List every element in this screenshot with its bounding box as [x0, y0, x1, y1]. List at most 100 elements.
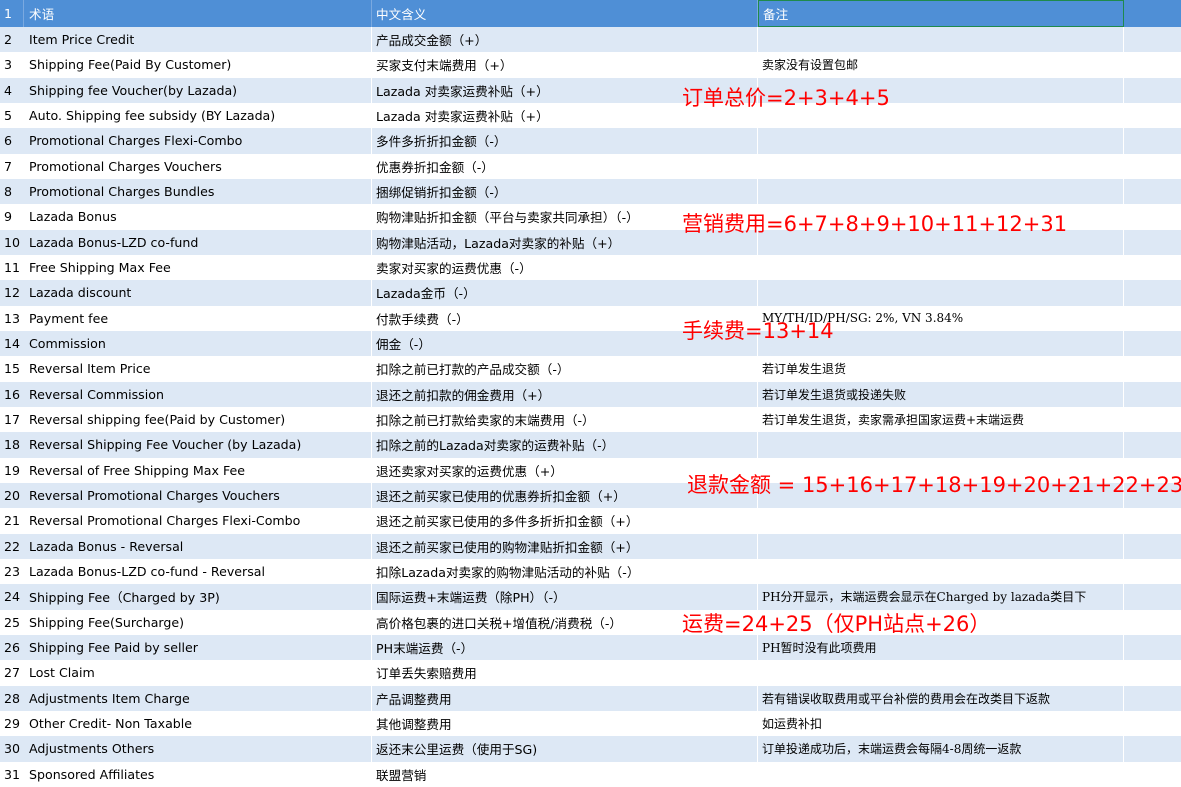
empty-cell[interactable]	[1124, 584, 1181, 609]
empty-cell[interactable]	[1124, 660, 1181, 685]
note-cell[interactable]: 若订单发生退货或投递失败	[758, 381, 1124, 407]
header-empty-cell[interactable]	[1124, 0, 1181, 27]
row-number[interactable]: 9	[0, 204, 24, 229]
row-number[interactable]: 15	[0, 356, 24, 381]
empty-cell[interactable]	[1124, 762, 1181, 787]
row-number[interactable]: 21	[0, 508, 24, 533]
row-number[interactable]: 27	[0, 660, 24, 685]
cn-meaning-cell[interactable]: 退还之前扣款的佣金费用（+）	[372, 381, 758, 407]
empty-cell[interactable]	[1124, 407, 1181, 432]
term-cell[interactable]: Auto. Shipping fee subsidy (BY Lazada)	[24, 102, 372, 129]
row-number[interactable]: 16	[0, 382, 24, 407]
row-number[interactable]: 28	[0, 686, 24, 711]
row-number[interactable]: 7	[0, 154, 24, 179]
empty-cell[interactable]	[1124, 508, 1181, 533]
cn-meaning-cell[interactable]: 扣除之前已打款的产品成交额（-）	[372, 356, 758, 382]
term-cell[interactable]: Lost Claim	[24, 660, 372, 686]
empty-cell[interactable]	[1124, 204, 1181, 229]
empty-cell[interactable]	[1124, 610, 1181, 635]
term-cell[interactable]: Free Shipping Max Fee	[24, 254, 372, 281]
note-cell[interactable]: 若订单发生退货，卖家需承担国家运费+末端运费	[758, 406, 1124, 433]
cn-meaning-cell[interactable]: 国际运费+末端运费（除PH）（-）	[372, 584, 758, 610]
note-cell[interactable]: 卖家没有设置包邮	[758, 52, 1124, 78]
cn-meaning-cell[interactable]: 优惠券折扣金额（-）	[372, 153, 758, 179]
cn-meaning-cell[interactable]: 捆绑促销折扣金额（-）	[372, 178, 758, 205]
note-cell[interactable]: 如运费补扣	[758, 710, 1124, 737]
cn-meaning-cell[interactable]: 产品调整费用	[372, 685, 758, 711]
cn-meaning-cell[interactable]: 退还之前买家已使用的购物津贴折扣金额（+）	[372, 533, 758, 559]
row-number[interactable]: 5	[0, 103, 24, 128]
row-number[interactable]: 18	[0, 432, 24, 457]
row-number[interactable]: 30	[0, 736, 24, 761]
term-cell[interactable]: Shipping Fee（Charged by 3P)	[24, 584, 372, 610]
note-cell[interactable]	[758, 533, 1124, 559]
empty-cell[interactable]	[1124, 686, 1181, 711]
empty-cell[interactable]	[1124, 154, 1181, 179]
row-number[interactable]: 11	[0, 255, 24, 280]
cn-meaning-cell[interactable]: 卖家对买家的运费优惠（-）	[372, 254, 758, 281]
note-cell[interactable]: PH分开显示，末端运费会显示在Charged by lazada类目下	[758, 584, 1124, 610]
empty-cell[interactable]	[1124, 230, 1181, 255]
note-cell[interactable]	[758, 432, 1124, 458]
term-cell[interactable]: Shipping Fee(Paid By Customer)	[24, 52, 372, 78]
term-cell[interactable]: Adjustments Item Charge	[24, 685, 372, 711]
empty-cell[interactable]	[1124, 559, 1181, 584]
term-cell[interactable]: Item Price Credit	[24, 27, 372, 53]
term-cell[interactable]: Sponsored Affiliates	[24, 761, 372, 787]
note-cell[interactable]: 若有错误收取费用或平台补偿的费用会在改类目下返款	[758, 685, 1124, 711]
term-cell[interactable]: Promotional Charges Vouchers	[24, 153, 372, 179]
header-note-cell-selected[interactable]: 备注	[758, 0, 1124, 27]
term-cell[interactable]: Reversal Promotional Charges Flexi-Combo	[24, 508, 372, 534]
term-cell[interactable]: Lazada Bonus - Reversal	[24, 533, 372, 559]
empty-cell[interactable]	[1124, 78, 1181, 103]
note-cell[interactable]	[758, 254, 1124, 281]
term-cell[interactable]: Lazada Bonus-LZD co-fund	[24, 229, 372, 255]
row-number[interactable]: 22	[0, 534, 24, 559]
term-cell[interactable]: Lazada Bonus-LZD co-fund - Reversal	[24, 558, 372, 585]
empty-cell[interactable]	[1124, 103, 1181, 128]
term-cell[interactable]: Commission	[24, 330, 372, 357]
cn-meaning-cell[interactable]: 返还末公里运费（使用于SG)	[372, 736, 758, 762]
header-term-cell[interactable]: 术语	[24, 0, 372, 27]
note-cell[interactable]: 订单投递成功后，末端运费会每隔4-8周统一返款	[758, 736, 1124, 762]
cn-meaning-cell[interactable]: 产品成交金额（+）	[372, 27, 758, 53]
term-cell[interactable]: Other Credit- Non Taxable	[24, 710, 372, 737]
row-number[interactable]: 24	[0, 584, 24, 609]
empty-cell[interactable]	[1124, 635, 1181, 660]
row-number[interactable]: 2	[0, 27, 24, 52]
empty-cell[interactable]	[1124, 356, 1181, 381]
row-number[interactable]: 12	[0, 280, 24, 305]
term-cell[interactable]: Shipping Fee(Surcharge)	[24, 609, 372, 635]
term-cell[interactable]: Shipping fee Voucher(by Lazada)	[24, 77, 372, 103]
empty-cell[interactable]	[1124, 179, 1181, 204]
note-cell[interactable]	[758, 153, 1124, 179]
empty-cell[interactable]	[1124, 711, 1181, 736]
empty-cell[interactable]	[1124, 27, 1181, 52]
cn-meaning-cell[interactable]: 联盟营销	[372, 761, 758, 787]
row-number[interactable]: 4	[0, 78, 24, 103]
cn-meaning-cell[interactable]: 买家支付末端费用（+）	[372, 52, 758, 78]
cn-meaning-cell[interactable]: 扣除之前已打款给卖家的末端费用（-）	[372, 406, 758, 433]
empty-cell[interactable]	[1124, 382, 1181, 407]
term-cell[interactable]: Promotional Charges Flexi-Combo	[24, 128, 372, 154]
term-cell[interactable]: Lazada Bonus	[24, 204, 372, 230]
note-cell[interactable]	[758, 178, 1124, 205]
row-number[interactable]: 19	[0, 458, 24, 483]
term-cell[interactable]: Adjustments Others	[24, 736, 372, 762]
note-cell[interactable]	[758, 128, 1124, 154]
term-cell[interactable]: Reversal Commission	[24, 381, 372, 407]
note-cell[interactable]: PH暂时没有此项费用	[758, 634, 1124, 661]
row-number[interactable]: 13	[0, 306, 24, 331]
note-cell[interactable]	[758, 508, 1124, 534]
empty-cell[interactable]	[1124, 736, 1181, 761]
term-cell[interactable]: Shipping Fee Paid by seller	[24, 634, 372, 661]
row-number[interactable]: 10	[0, 230, 24, 255]
row-number[interactable]: 3	[0, 52, 24, 77]
term-cell[interactable]: Reversal Shipping Fee Voucher (by Lazada…	[24, 432, 372, 458]
empty-cell[interactable]	[1124, 52, 1181, 77]
row-number[interactable]: 20	[0, 483, 24, 508]
row-number[interactable]: 23	[0, 559, 24, 584]
cn-meaning-cell[interactable]: 扣除之前的Lazada对卖家的运费补贴（-）	[372, 432, 758, 458]
note-cell[interactable]	[758, 660, 1124, 686]
cn-meaning-cell[interactable]: Lazada金币（-）	[372, 280, 758, 306]
